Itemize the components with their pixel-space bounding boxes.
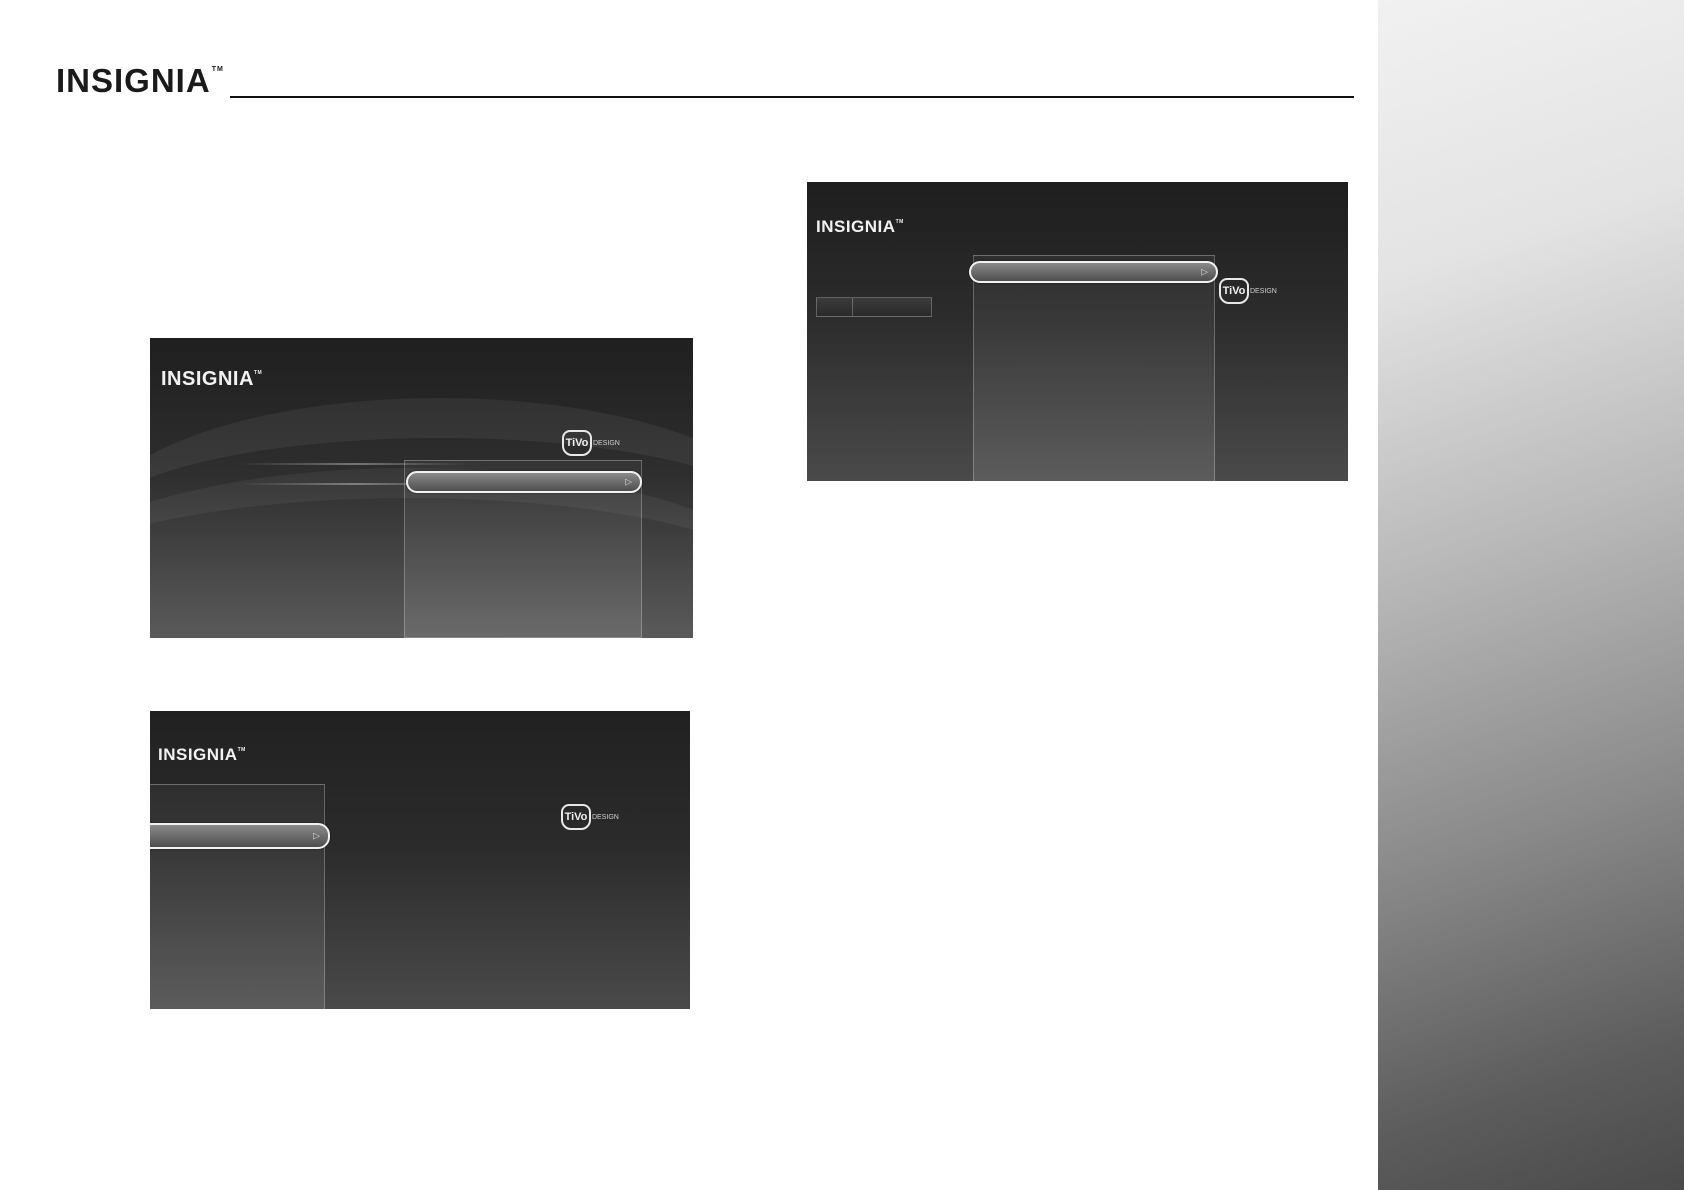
insignia-screen-logo: INSIGNIATM [161,368,262,391]
tivo-design-logo: TiVo DESIGN [561,804,619,830]
tivo-logo-icon: TiVo [1219,278,1249,304]
screen-logo-text: INSIGNIA [816,217,896,236]
tv-menu-screenshot-2: INSIGNIATM TiVo DESIGN ▷ [150,711,690,1009]
menu-item-highlighted[interactable]: ▷ [969,261,1218,283]
play-arrow-icon: ▷ [625,476,632,487]
screen-logo-text: INSIGNIA [161,368,254,390]
tivo-design-text: DESIGN [592,813,619,821]
screen-logo-tm: TM [253,370,263,376]
tivo-design-logo: TiVo DESIGN [562,430,620,456]
tivo-logo-icon: TiVo [562,430,592,456]
menu-item-highlighted[interactable]: ▷ [150,823,330,849]
tivo-design-logo: TiVo DESIGN [1219,278,1277,304]
insignia-screen-logo: INSIGNIATM [158,745,246,765]
menu-list-panel [150,784,325,1009]
menu-tab[interactable] [852,297,932,317]
screen-logo-tm: TM [895,219,904,225]
header-rule [230,96,1354,98]
tivo-design-text: DESIGN [1250,287,1277,295]
tv-menu-screenshot-3: INSIGNIATM TiVo DESIGN ▷ [807,182,1348,481]
insignia-screen-logo: INSIGNIATM [816,217,904,237]
menu-list-panel [973,255,1215,481]
screen-logo-tm: TM [237,747,246,753]
tivo-logo-icon: TiVo [561,804,591,830]
side-gradient-bar [1378,0,1684,1190]
page-logo-text: INSIGNIA [56,62,211,99]
menu-item-highlighted[interactable]: ▷ [406,471,642,493]
screen-logo-text: INSIGNIA [158,745,238,764]
play-arrow-icon: ▷ [313,830,320,841]
tv-menu-screenshot-1: INSIGNIATM TiVo DESIGN ▷ [150,338,693,638]
play-arrow-icon: ▷ [1201,266,1208,277]
insignia-page-logo: INSIGNIATM [56,62,224,100]
tivo-design-text: DESIGN [593,439,620,447]
page-logo-tm: TM [211,66,224,73]
menu-tab[interactable] [816,297,854,317]
